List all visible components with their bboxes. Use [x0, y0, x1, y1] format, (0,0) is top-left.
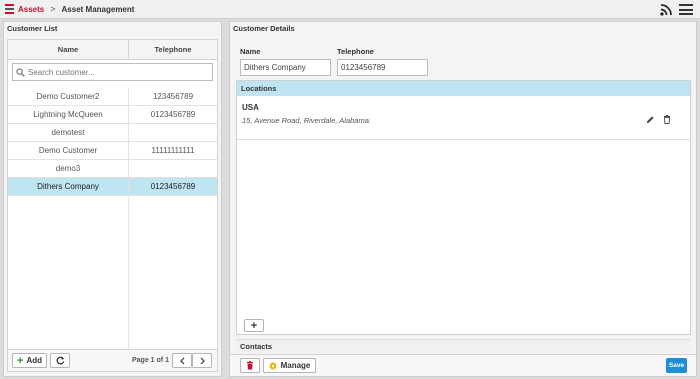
customer-list-footer: + Add Page 1 of 1 [8, 349, 217, 371]
add-location-label: + [250, 319, 258, 332]
cell-name: Demo Customer2 [8, 88, 129, 105]
cell-telephone: 0123456789 [150, 182, 196, 191]
details-footer: Manage Save [230, 354, 696, 376]
cell-telephone: 0123456789 [150, 110, 196, 119]
next-page-button[interactable] [192, 353, 212, 368]
breadcrumb-separator: > [50, 4, 56, 14]
add-location-button[interactable]: + [244, 319, 264, 332]
contacts-title: Contacts [236, 339, 691, 353]
customer-details-panel: Customer Details Name Telephone Dithers … [229, 21, 697, 377]
manage-button-label: Manage [280, 361, 311, 370]
prev-page-button[interactable] [172, 353, 192, 368]
add-button-label: Add [26, 356, 42, 365]
top-bar: Assets > Asset Management [0, 0, 700, 19]
table-row[interactable]: demo3 [8, 160, 217, 178]
cell-telephone [129, 160, 217, 177]
location-item[interactable]: USA 15, Avenue Road, Riverdale, Alabama. [237, 96, 690, 140]
column-header-telephone[interactable]: Telephone [129, 40, 217, 59]
search-input[interactable] [28, 67, 208, 77]
breadcrumb-current: Asset Management [61, 4, 135, 14]
telephone-label: Telephone [337, 47, 374, 56]
column-header-name[interactable]: Name [8, 40, 129, 59]
breadcrumb-root[interactable]: Assets [18, 5, 44, 14]
cell-name: Lightning McQueen [8, 106, 129, 123]
telephone-field[interactable]: 0123456789 [337, 59, 428, 76]
refresh-icon [56, 356, 64, 365]
rss-icon[interactable] [660, 4, 672, 16]
table-row[interactable]: Lightning McQueen 0123456789 [8, 106, 217, 124]
cell-name: Dithers Company [8, 178, 129, 195]
cell-name: demo3 [8, 160, 129, 177]
delete-button[interactable] [240, 358, 260, 373]
cell-telephone [129, 124, 217, 141]
plus-icon: + [17, 354, 24, 367]
customer-list-panel: Customer List Name Telephone Demo Custom… [3, 21, 222, 377]
table-header: Name Telephone [8, 40, 217, 60]
table-row[interactable]: Demo Customer 11111111111 [8, 142, 217, 160]
trash-icon[interactable] [663, 115, 671, 124]
location-address: 15, Avenue Road, Riverdale, Alabama. [242, 116, 371, 125]
table-row[interactable]: demotest [8, 124, 217, 142]
refresh-button[interactable] [50, 353, 70, 368]
chevron-left-icon [179, 357, 184, 364]
menu-icon[interactable] [679, 4, 693, 15]
add-customer-button[interactable]: + Add [12, 353, 47, 368]
search-box[interactable] [12, 63, 213, 81]
location-country: USA [242, 103, 259, 112]
table-row-selected[interactable]: Dithers Company 0123456789 [8, 178, 217, 196]
customer-table: Name Telephone Demo Customer2 123456789 … [7, 39, 218, 372]
name-label: Name [240, 47, 261, 56]
name-field[interactable]: Dithers Company [240, 59, 331, 76]
customer-rows: Demo Customer2 123456789 Lightning McQue… [8, 88, 217, 196]
cell-name: demotest [8, 124, 129, 141]
customer-list-title: Customer List [7, 24, 58, 33]
table-row[interactable]: Demo Customer2 123456789 [8, 88, 217, 106]
cell-telephone: 11111111111 [151, 146, 195, 155]
customer-details-title: Customer Details [233, 24, 295, 33]
trash-icon [246, 361, 254, 370]
search-icon [16, 67, 25, 77]
assets-logo-icon [5, 4, 14, 14]
manage-button[interactable]: Manage [263, 358, 316, 373]
pager-text: Page 1 of 1 [132, 357, 169, 364]
chevron-right-icon [200, 357, 205, 364]
save-button[interactable]: Save [666, 358, 687, 373]
gear-icon [269, 362, 277, 369]
pencil-icon[interactable] [646, 115, 655, 124]
cell-telephone: 123456789 [152, 92, 194, 101]
cell-name: Demo Customer [8, 142, 129, 159]
locations-title: Locations [237, 81, 690, 96]
locations-section: Locations USA 15, Avenue Road, Riverdale… [236, 80, 691, 335]
